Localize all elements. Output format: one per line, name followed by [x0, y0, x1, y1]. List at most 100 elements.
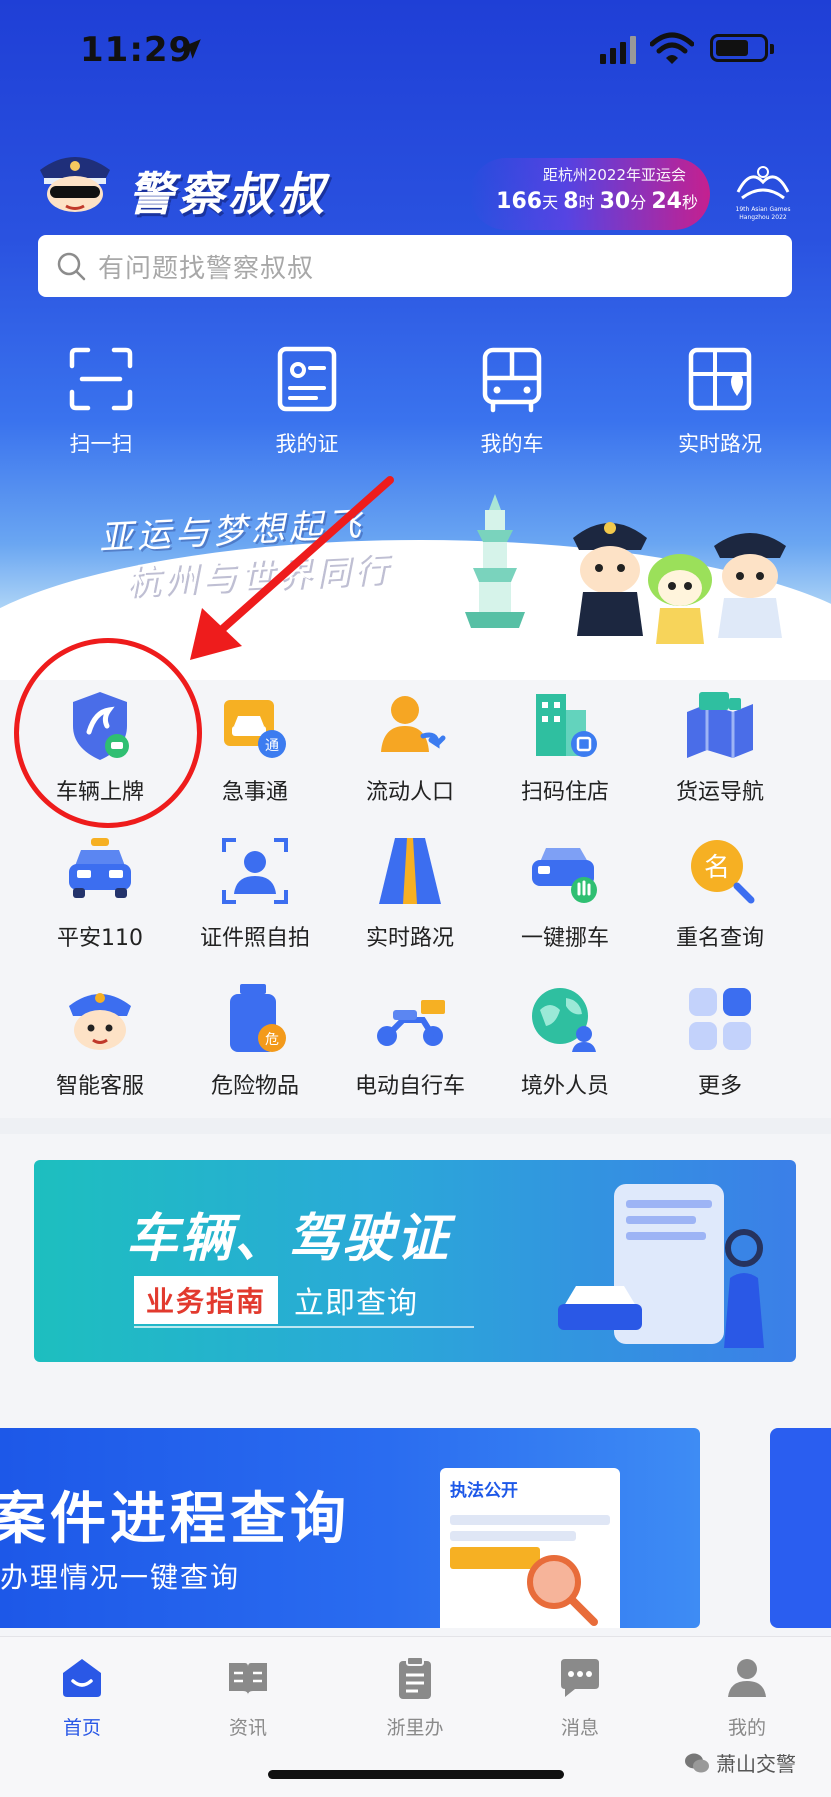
service-freight-nav[interactable]: 货运导航: [640, 686, 800, 806]
home-indicator: [268, 1770, 564, 1779]
profile-icon: [728, 1659, 766, 1697]
case-progress-banner[interactable]: 案件进程查询 办理情况一键查询 执法公开: [0, 1428, 700, 1628]
pagoda-illustration-icon: [465, 494, 525, 628]
section-divider: [0, 1118, 831, 1134]
tab-label: 消息: [560, 1717, 599, 1739]
service-floating-population[interactable]: 流动人口: [330, 686, 490, 806]
tab-label: 浙里办: [386, 1717, 444, 1739]
header-hero: 11:29 警察叔叔 距杭州2022年亚运会 166天 8时 30分 24秒 1…: [0, 0, 831, 680]
service-label: 货运导航: [675, 780, 764, 805]
banner-title: 车辆、驾驶证: [126, 1209, 451, 1269]
banner-action: 立即查询: [294, 1286, 419, 1321]
service-label: 车辆上牌: [55, 780, 144, 805]
asian-games-logo: 19th Asian Games Hangzhou 2022: [730, 162, 796, 226]
urgent-car-icon: 通: [224, 700, 286, 758]
tab-label: 资讯: [228, 1717, 267, 1739]
floating-population-icon: [381, 696, 446, 752]
banner-title: 案件进程查询: [0, 1487, 350, 1552]
more-grid-icon: [689, 988, 751, 1050]
banner-tag-row: 业务指南 立即查询: [134, 1276, 418, 1324]
tab-zheliban[interactable]: 浙里办: [355, 1655, 475, 1740]
service-id-photo[interactable]: 证件照自拍: [175, 832, 335, 952]
service-label: 实时路况: [365, 926, 454, 951]
asian-games-emblem-icon: [736, 166, 790, 200]
ebike-icon: [377, 1000, 445, 1046]
service-urgent[interactable]: 通 急事通: [175, 686, 335, 806]
countdown-value: 166天 8时 30分 24秒: [496, 189, 698, 214]
quick-action-label: 我的证: [275, 432, 339, 456]
search-icon: [57, 252, 86, 281]
wifi-icon: [650, 32, 694, 64]
service-vehicle-plate[interactable]: 车辆上牌: [20, 686, 180, 806]
female-officer-mascot-icon: [714, 533, 786, 638]
quick-action-my-license[interactable]: 我的证: [252, 344, 362, 458]
quick-action-label: 扫一扫: [69, 432, 133, 456]
tab-label: 我的: [727, 1717, 766, 1739]
doc-header: 执法公开: [450, 1481, 518, 1501]
service-label: 证件照自拍: [199, 926, 310, 951]
magnifier-illustration-icon: [527, 1555, 598, 1626]
police-mascot-logo-icon: [40, 157, 110, 212]
service-label: 扫码住店: [520, 780, 609, 805]
service-smart-support[interactable]: 智能客服: [20, 980, 180, 1100]
globe-person-icon: [532, 988, 596, 1052]
wechat-watermark: 萧山交警: [684, 1748, 796, 1777]
tab-messages[interactable]: 消息: [520, 1655, 640, 1740]
quick-action-scan[interactable]: 扫一扫: [46, 344, 156, 458]
freight-nav-icon: [687, 692, 753, 758]
banner-subtitle: 办理情况一键查询: [0, 1561, 241, 1594]
service-label: 急事通: [221, 780, 288, 805]
watermark-text: 萧山交警: [716, 1752, 796, 1776]
vehicle-plate-icon: [73, 692, 129, 760]
cell-signal-icon: [600, 36, 636, 64]
service-hotel-scan[interactable]: 扫码住店: [485, 686, 645, 806]
tab-news[interactable]: 资讯: [188, 1655, 308, 1740]
quick-action-label: 实时路况: [678, 432, 762, 456]
annotation-arrow-icon: [190, 476, 394, 660]
id-card-icon: [277, 346, 337, 412]
service-label: 重名查询: [675, 926, 764, 951]
bus-icon: [482, 347, 542, 413]
app-title: 警察叔叔: [128, 167, 328, 221]
vehicle-license-guide-banner[interactable]: 车辆、驾驶证 业务指南 立即查询: [34, 1160, 796, 1362]
service-label: 电动自行车: [354, 1074, 465, 1099]
battery-icon: [710, 34, 774, 62]
service-move-car[interactable]: 一键挪车: [485, 832, 645, 952]
service-label: 智能客服: [55, 1074, 144, 1099]
id-photo-icon: [222, 838, 288, 904]
search-bar[interactable]: 有问题找警察叔叔: [38, 235, 792, 297]
scan-icon: [69, 347, 133, 411]
service-safe-110[interactable]: 平安110: [20, 832, 180, 952]
customer-service-icon: [69, 993, 131, 1050]
svg-text:通: 通: [265, 738, 279, 754]
status-time: 11:29: [80, 30, 194, 70]
move-car-icon: [532, 848, 597, 903]
asian-games-countdown: 距杭州2022年亚运会 166天 8时 30分 24秒: [470, 158, 710, 230]
next-banner-peek[interactable]: [770, 1428, 831, 1628]
service-more[interactable]: 更多: [640, 980, 800, 1100]
service-foreigners[interactable]: 境外人员: [485, 980, 645, 1100]
service-label: 流动人口: [365, 780, 454, 805]
service-ebike[interactable]: 电动自行车: [330, 980, 490, 1100]
location-arrow-icon: [181, 39, 201, 59]
service-name-query[interactable]: 名 重名查询: [640, 832, 800, 952]
tab-home[interactable]: 首页: [22, 1655, 142, 1740]
quick-action-my-car[interactable]: 我的车: [457, 344, 567, 458]
service-label: 平安110: [57, 926, 143, 951]
hazard-icon: 危: [230, 984, 286, 1052]
service-label: 危险物品: [210, 1074, 299, 1099]
service-grid: 车辆上牌 通 急事通 流动人口 扫码住店 货运导航 平安110 证件照自拍 实时…: [0, 660, 831, 1120]
service-road-conditions[interactable]: 实时路况: [330, 832, 490, 952]
tab-label: 首页: [62, 1717, 101, 1739]
home-icon: [63, 1659, 101, 1697]
quick-action-traffic[interactable]: 实时路况: [665, 344, 775, 458]
search-placeholder: 有问题找警察叔叔: [98, 253, 315, 284]
service-hazardous-goods[interactable]: 危 危险物品: [175, 980, 335, 1100]
news-icon: [229, 1663, 267, 1695]
quick-action-label: 我的车: [480, 432, 544, 456]
wechat-icon: [685, 1753, 709, 1772]
road-icon: [379, 838, 441, 904]
countdown-label: 距杭州2022年亚运会: [542, 166, 686, 184]
service-label: 一键挪车: [520, 926, 609, 951]
tab-profile[interactable]: 我的: [687, 1655, 807, 1740]
